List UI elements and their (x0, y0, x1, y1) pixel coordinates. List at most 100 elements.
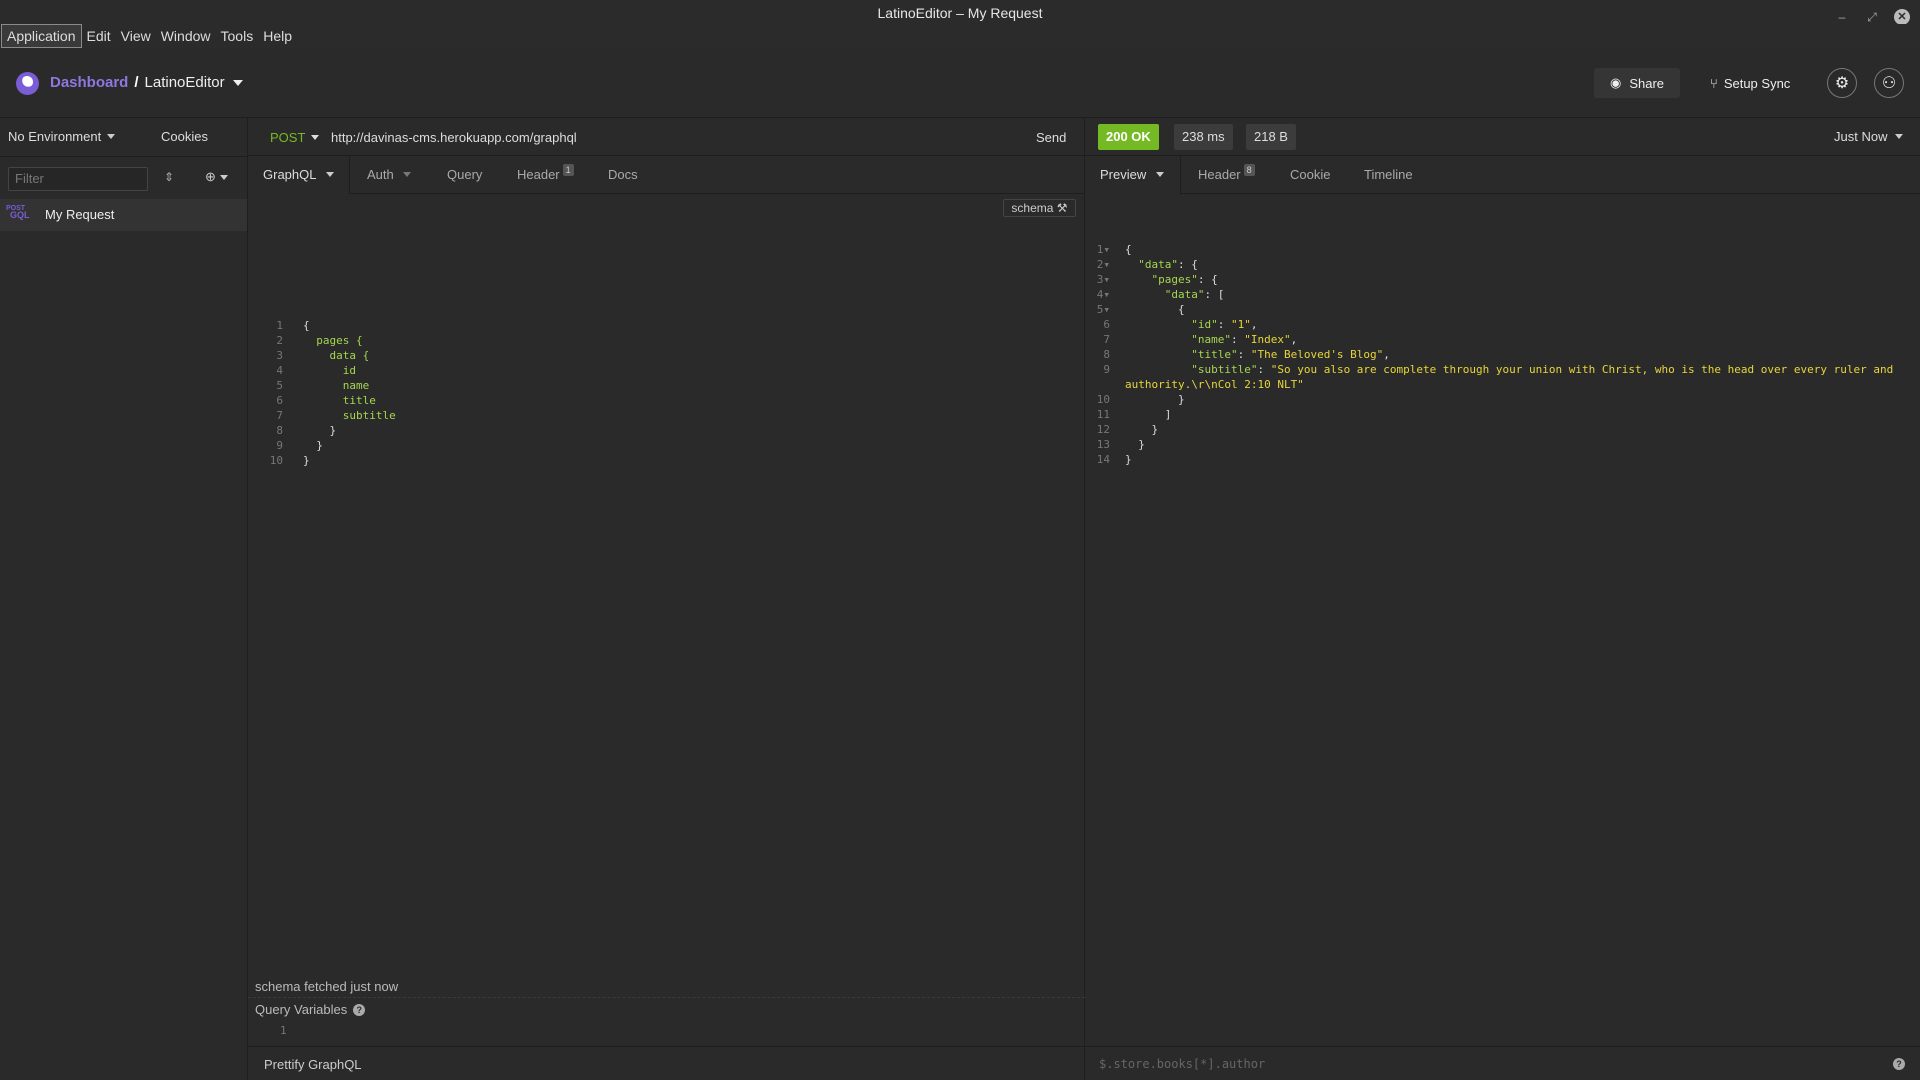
share-button[interactable]: ◉ Share (1594, 68, 1680, 98)
gql-tag-label: GQL (10, 210, 30, 220)
json-line: } (1125, 437, 1145, 452)
dashboard-link[interactable]: Dashboard (50, 72, 128, 94)
line-number: 10 (1096, 393, 1110, 406)
account-user-icon[interactable]: ⚇ (1874, 68, 1904, 98)
menu-edit[interactable]: Edit (82, 25, 116, 47)
url-input[interactable]: http://davinas-cms.herokuapp.com/graphql (331, 130, 577, 145)
tab-response-header-label: Header (1198, 167, 1241, 182)
json-value: "The Beloved's Blog" (1250, 348, 1384, 361)
line-number: 1 (276, 319, 283, 332)
sidebar: No Environment Cookies Filter ⇕ ⊕ POST G… (0, 118, 248, 1080)
help-icon[interactable]: ? (1893, 1058, 1905, 1070)
line-number: 5 (276, 379, 283, 392)
json-value: "1" (1230, 318, 1251, 331)
json-key: "data" (1164, 288, 1205, 301)
breadcrumb: Dashboard / LatinoEditor (50, 72, 243, 94)
prettify-graphql-button[interactable]: Prettify GraphQL (264, 1057, 362, 1072)
json-key: "data" (1138, 258, 1178, 271)
json-key: "title" (1191, 348, 1238, 361)
setup-sync-label: Setup Sync (1723, 75, 1791, 91)
response-status-bar: 200 OK 238 ms 218 B Just Now (1085, 118, 1920, 156)
request-name: My Request (45, 207, 115, 222)
window-titlebar: LatinoEditor – My Request – ⤢ ✕ (0, 0, 1920, 25)
cookies-button[interactable]: Cookies (161, 129, 208, 144)
schema-label: schema (1011, 201, 1054, 215)
tab-header[interactable]: Header 1 (517, 156, 574, 194)
json-line: "data": [ (1125, 287, 1225, 302)
chevron-down-icon (219, 174, 228, 180)
chevron-down-icon (107, 134, 116, 139)
settings-gear-icon[interactable]: ⚙ (1827, 68, 1857, 98)
menu-application[interactable]: Application (1, 24, 82, 48)
add-dropdown-button[interactable]: ⊕ (205, 169, 228, 185)
line-number: 6 (1103, 318, 1110, 331)
code-line: } (303, 424, 337, 437)
environment-dropdown[interactable]: No Environment (8, 129, 116, 144)
line-number: 14 (1096, 453, 1110, 466)
tab-query[interactable]: Query (447, 156, 482, 194)
tab-timeline[interactable]: Timeline (1364, 156, 1413, 194)
code-line: title (303, 394, 376, 407)
code-line: data { (303, 349, 370, 362)
tab-preview-label: Preview (1100, 167, 1147, 182)
url-bar: POST http://davinas-cms.herokuapp.com/gr… (248, 118, 1085, 156)
schema-status: schema fetched just now (255, 979, 399, 994)
json-punct: ] (1164, 408, 1172, 421)
history-dropdown[interactable]: Just Now (1834, 129, 1904, 144)
tab-auth[interactable]: Auth (367, 156, 412, 194)
menu-window[interactable]: Window (156, 25, 216, 47)
json-line: ] (1125, 407, 1172, 422)
json-line: { (1125, 243, 1132, 256)
tab-graphql[interactable]: GraphQL (248, 156, 350, 194)
request-pane: POST http://davinas-cms.herokuapp.com/gr… (248, 118, 1085, 1080)
plus-circle-icon: ⊕ (205, 169, 216, 184)
method-label: POST (270, 130, 306, 145)
json-key: "subtitle" (1191, 363, 1258, 376)
json-value: "So you also are complete through your u… (1270, 363, 1894, 376)
chevron-down-icon (1155, 172, 1164, 177)
request-footer: Prettify GraphQL (248, 1046, 1085, 1080)
schema-button[interactable]: schema ⚒ (1003, 199, 1076, 217)
tab-cookie[interactable]: Cookie (1290, 156, 1330, 194)
tab-docs[interactable]: Docs (608, 156, 638, 194)
tab-preview[interactable]: Preview (1085, 156, 1181, 194)
line-number: 2 (276, 334, 283, 347)
close-icon[interactable]: ✕ (1894, 9, 1910, 25)
json-line-wrap: authority.\r\nCol 2:10 NLT" (1125, 378, 1304, 391)
line-number: 4 (276, 364, 283, 377)
send-button[interactable]: Send (1036, 130, 1066, 145)
json-punct: : [ (1204, 288, 1225, 301)
menu-view[interactable]: View (116, 25, 156, 47)
sidebar-request-item[interactable]: POST GQL My Request (0, 199, 247, 231)
request-method-tag: POST GQL (6, 205, 30, 220)
line-number: 3 (276, 349, 283, 362)
variables-line-number: 1 (280, 1024, 287, 1037)
json-line: "subtitle": "So you also are complete th… (1191, 363, 1894, 376)
response-tabs: Preview Header 8 Cookie Timeline (1085, 156, 1920, 194)
line-number: 9 (276, 439, 283, 452)
code-line: id (303, 364, 356, 377)
line-number: 1▾ (1096, 243, 1110, 256)
code-line: subtitle (303, 409, 396, 422)
jsonpath-filter-input[interactable]: $.store.books[*].author (1099, 1057, 1265, 1071)
setup-sync-button[interactable]: ⑂ Setup Sync (1710, 68, 1790, 98)
line-number: 2▾ (1096, 258, 1110, 271)
workspace-name[interactable]: LatinoEditor (145, 72, 225, 94)
line-number: 13 (1096, 438, 1110, 451)
json-line: { (1125, 302, 1185, 317)
code-line: { (303, 319, 310, 332)
filter-input[interactable]: Filter (8, 167, 148, 191)
tab-graphql-label: GraphQL (263, 167, 316, 182)
query-variables-label: Query Variables (255, 1002, 348, 1017)
method-dropdown[interactable]: POST (270, 130, 320, 145)
chevron-down-icon[interactable] (232, 80, 243, 86)
environment-label: No Environment (8, 129, 102, 144)
help-icon[interactable]: ? (353, 1003, 366, 1016)
menu-tools[interactable]: Tools (216, 25, 259, 47)
tab-response-header[interactable]: Header 8 (1198, 156, 1255, 194)
json-key: "name" (1191, 333, 1231, 346)
line-number: 8 (1103, 348, 1110, 361)
menu-help[interactable]: Help (258, 25, 297, 47)
chevron-down-icon (1895, 134, 1904, 139)
sort-icon[interactable]: ⇕ (164, 170, 174, 184)
